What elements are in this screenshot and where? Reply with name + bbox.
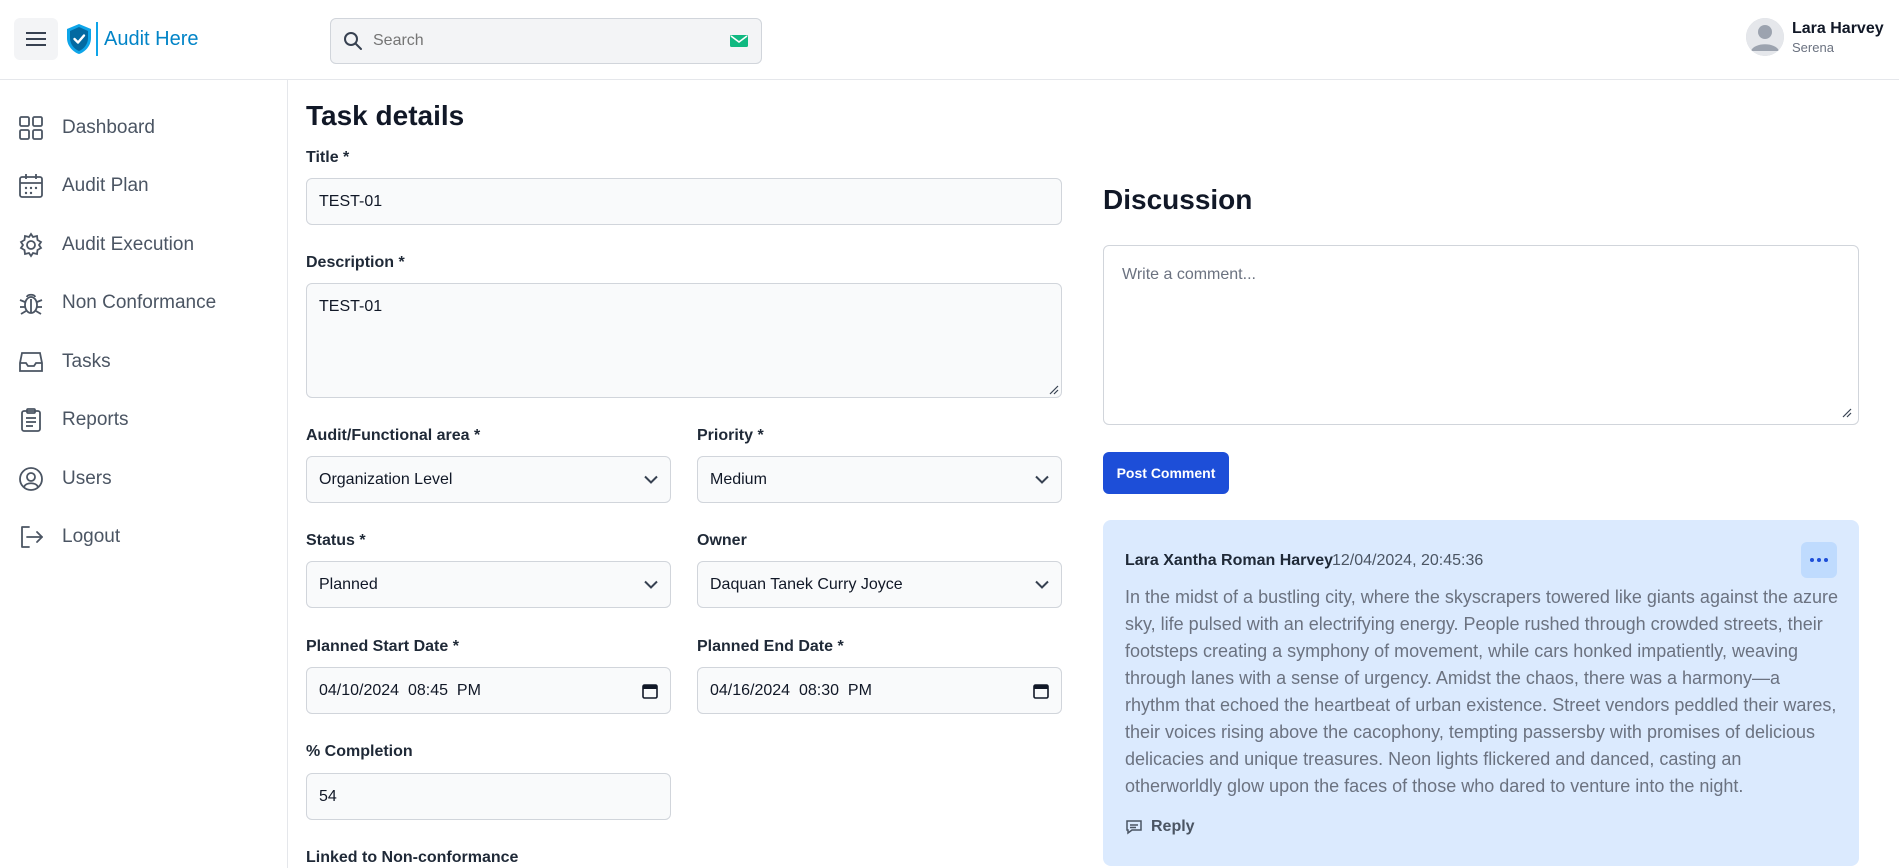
area-select[interactable]: Organization Level <box>306 456 671 503</box>
title-label: Title * <box>306 149 350 166</box>
end-date-input[interactable]: 04/16/2024 08:30 PM <box>697 667 1062 714</box>
sidebar-item-label: Reports <box>62 409 129 430</box>
reply-button[interactable]: Reply <box>1125 818 1195 836</box>
gear-icon <box>18 232 44 258</box>
sidebar: Dashboard Audit Plan Audit Execution Non… <box>0 80 288 868</box>
status-select[interactable]: Planned <box>306 561 671 608</box>
comment-placeholder: Write a comment... <box>1122 266 1256 283</box>
hamburger-icon <box>26 32 46 46</box>
sidebar-item-users[interactable]: Users <box>18 459 112 499</box>
post-comment-button[interactable]: Post Comment <box>1103 452 1229 494</box>
more-options-button[interactable] <box>1801 542 1837 578</box>
app-name: Audit Here <box>104 27 199 50</box>
calendar-icon[interactable] <box>642 683 658 699</box>
discussion-title: Discussion <box>1103 184 1253 215</box>
sidebar-item-audit-plan[interactable]: Audit Plan <box>18 166 149 206</box>
reply-label: Reply <box>1151 818 1195 835</box>
chevron-down-icon <box>1035 475 1049 484</box>
status-value: Planned <box>319 575 378 593</box>
chevron-down-icon <box>644 580 658 589</box>
start-date-label: Planned Start Date * <box>306 638 459 655</box>
area-value: Organization Level <box>319 470 453 488</box>
ellipsis-icon <box>1810 558 1828 562</box>
linked-nc-label: Linked to Non-conformance <box>306 849 519 866</box>
comment-date: 12/04/2024, 20:45:36 <box>1332 552 1484 569</box>
sidebar-item-label: Dashboard <box>62 117 155 138</box>
user-role: Serena <box>1792 39 1834 55</box>
clipboard-icon <box>18 407 44 433</box>
sidebar-item-label: Users <box>62 468 112 489</box>
search-icon <box>344 32 362 50</box>
calendar-icon <box>18 173 44 199</box>
menu-button[interactable] <box>14 18 58 60</box>
comment-body: In the midst of a bustling city, where t… <box>1125 587 1839 796</box>
completion-label: % Completion <box>306 743 413 760</box>
end-date-value: 04/16/2024 08:30 PM <box>710 681 872 699</box>
area-label: Audit/Functional area * <box>306 427 481 444</box>
shield-icon <box>67 24 91 54</box>
chevron-down-icon <box>1035 580 1049 589</box>
owner-value: Daquan Tanek Curry Joyce <box>710 575 903 593</box>
priority-value: Medium <box>710 470 767 488</box>
bug-icon <box>18 290 44 316</box>
sidebar-item-dashboard[interactable]: Dashboard <box>18 108 155 148</box>
page-title: Task details <box>306 100 465 131</box>
comment-card: Lara Xantha Roman Harvey 12/04/2024, 20:… <box>1103 520 1859 866</box>
sidebar-item-label: Audit Execution <box>62 234 195 255</box>
sidebar-item-logout[interactable]: Logout <box>18 517 120 557</box>
search-input[interactable] <box>373 32 729 50</box>
priority-label: Priority * <box>697 427 764 444</box>
owner-label: Owner <box>697 532 747 549</box>
comment-input[interactable]: Write a comment... <box>1103 245 1859 425</box>
dashboard-icon <box>18 115 44 141</box>
user-circle-icon <box>18 466 44 492</box>
chat-icon <box>1126 820 1142 835</box>
description-label: Description * <box>306 254 405 271</box>
sidebar-item-label: Tasks <box>62 351 111 372</box>
avatar <box>1746 18 1784 56</box>
search-bar[interactable] <box>330 18 762 64</box>
sidebar-item-label: Non Conformance <box>62 292 217 313</box>
start-date-value: 04/10/2024 08:45 PM <box>319 681 481 699</box>
description-field[interactable]: TEST-01 <box>306 283 1062 398</box>
title-field[interactable]: TEST-01 <box>306 178 1062 225</box>
status-label: Status * <box>306 532 366 549</box>
completion-input[interactable]: 54 <box>306 773 671 820</box>
user-name: Lara Harvey <box>1792 19 1884 37</box>
user-avatar-icon <box>1746 18 1784 56</box>
sidebar-item-audit-execution[interactable]: Audit Execution <box>18 225 194 265</box>
mail-icon[interactable] <box>729 33 749 49</box>
logout-icon <box>18 524 44 550</box>
sidebar-item-label: Logout <box>62 526 121 547</box>
description-value: TEST-01 <box>319 298 383 315</box>
sidebar-item-label: Audit Plan <box>62 175 149 196</box>
calendar-icon[interactable] <box>1033 683 1049 699</box>
chevron-down-icon <box>644 475 658 484</box>
resize-handle-icon[interactable] <box>1842 408 1852 418</box>
start-date-input[interactable]: 04/10/2024 08:45 PM <box>306 667 671 714</box>
title-value: TEST-01 <box>319 192 383 210</box>
resize-handle-icon[interactable] <box>1049 385 1059 395</box>
logo-divider <box>96 22 98 56</box>
comment-author: Lara Xantha Roman Harvey <box>1125 552 1334 569</box>
top-header: Audit Here Lara Harvey Serena <box>0 0 1899 80</box>
sidebar-item-tasks[interactable]: Tasks <box>18 342 111 382</box>
completion-value: 54 <box>319 787 337 805</box>
owner-select[interactable]: Daquan Tanek Curry Joyce <box>697 561 1062 608</box>
sidebar-item-reports[interactable]: Reports <box>18 400 129 440</box>
sidebar-item-non-conformance[interactable]: Non Conformance <box>18 283 216 323</box>
end-date-label: Planned End Date * <box>697 638 844 655</box>
app-logo[interactable]: Audit Here <box>66 21 199 57</box>
user-profile[interactable]: Lara Harvey Serena <box>1746 18 1884 56</box>
inbox-icon <box>18 349 44 375</box>
priority-select[interactable]: Medium <box>697 456 1062 503</box>
